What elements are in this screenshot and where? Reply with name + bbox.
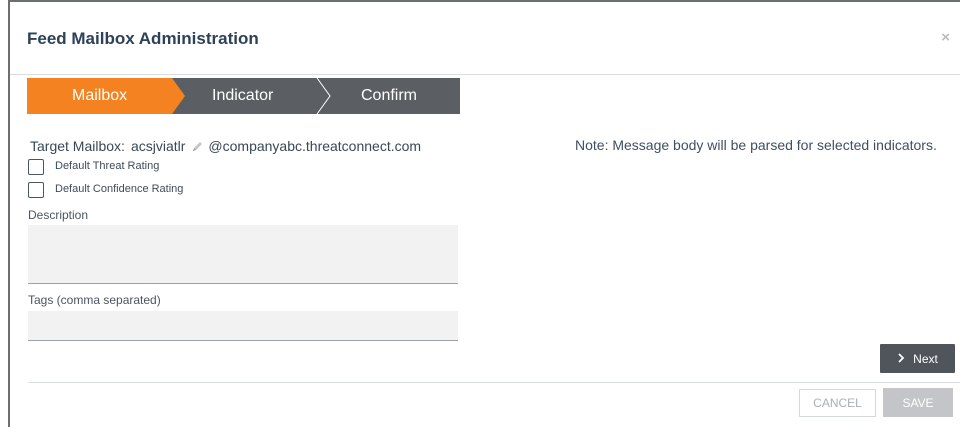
dialog-title: Feed Mailbox Administration: [27, 29, 259, 48]
chevron-right-icon: [897, 352, 905, 366]
cancel-button[interactable]: CANCEL: [799, 389, 876, 417]
description-label: Description: [28, 208, 89, 222]
next-button[interactable]: Next: [880, 344, 955, 373]
parse-note: Note: Message body will be parsed for se…: [575, 137, 937, 153]
target-mailbox-value: acsjviatlr: [130, 138, 186, 154]
default-threat-rating-checkbox[interactable]: [28, 159, 44, 175]
default-confidence-rating-label: Default Confidence Rating: [55, 183, 184, 195]
feed-mailbox-dialog: Feed Mailbox Administration × Mailbox In…: [8, 0, 960, 427]
footer-divider: [28, 382, 960, 383]
description-textarea[interactable]: [28, 225, 458, 284]
default-threat-rating-label: Default Threat Rating: [55, 160, 160, 172]
tags-input[interactable]: [28, 311, 458, 341]
target-mailbox-row: Target Mailbox: acsjviatlr @companyabc.thr…: [30, 138, 421, 156]
target-mailbox-domain: @companyabc.threatconnect.com: [208, 138, 422, 154]
close-icon[interactable]: ×: [941, 29, 950, 46]
wizard-step-indicator[interactable]: Indicator: [212, 87, 273, 105]
next-button-label: Next: [913, 351, 938, 366]
wizard-step-confirm[interactable]: Confirm: [361, 87, 417, 105]
wizard-step-mailbox[interactable]: Mailbox: [72, 87, 127, 105]
target-mailbox-label: Target Mailbox:: [30, 138, 125, 154]
tags-label: Tags (comma separated): [28, 293, 161, 307]
wizard-steps: Mailbox Indicator Confirm: [27, 78, 460, 114]
pencil-icon[interactable]: [191, 140, 204, 156]
dialog-header: Feed Mailbox Administration ×: [10, 2, 960, 75]
save-button[interactable]: SAVE: [883, 388, 953, 417]
default-confidence-rating-checkbox[interactable]: [28, 182, 44, 198]
